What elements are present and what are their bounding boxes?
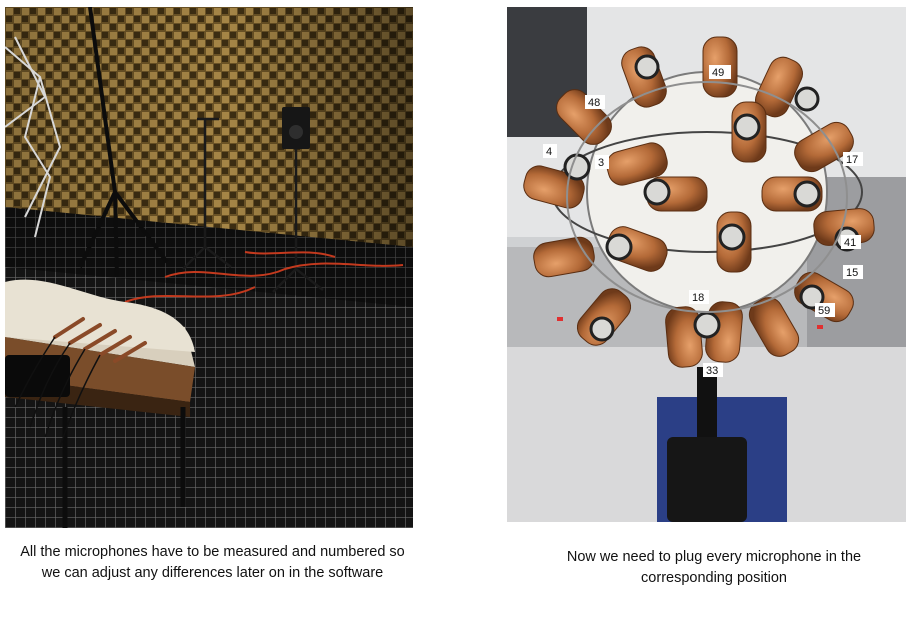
microphone-array-photo: 49 48 4 3 17 41 15 18 59 33 xyxy=(507,7,906,522)
right-photo-caption: Now we need to plug every microphone in … xyxy=(566,549,862,586)
capsule-label: 15 xyxy=(846,267,858,279)
capsule-label: 18 xyxy=(692,292,704,304)
capsule-label: 41 xyxy=(844,237,856,249)
left-photo-caption: All the microphones have to be measured … xyxy=(20,544,405,581)
capsule-label: 4 xyxy=(546,146,552,158)
capsule-label: 3 xyxy=(598,157,604,169)
capsule-label: 17 xyxy=(846,154,858,166)
capsule-label: 33 xyxy=(706,365,718,377)
capsule-label: 48 xyxy=(588,97,600,109)
anechoic-chamber-photo xyxy=(5,7,413,528)
capsule-label: 59 xyxy=(818,305,830,317)
capsule-label: 49 xyxy=(712,67,724,79)
